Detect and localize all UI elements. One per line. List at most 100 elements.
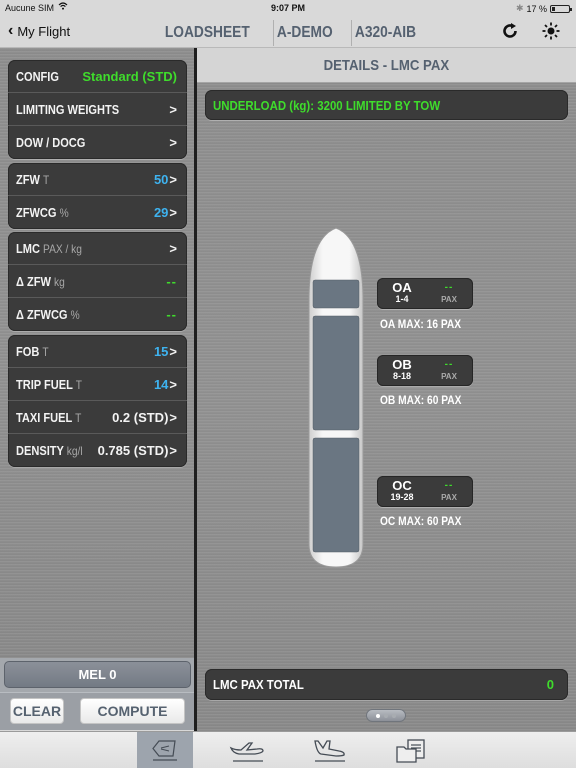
row-dow-docg[interactable]: DOW / DOCG > (8, 126, 187, 159)
row-unit: % (59, 206, 69, 220)
row-value: 50 (153, 171, 169, 187)
cabin-zone-oc (312, 437, 360, 553)
status-right: ✱ 17 % (516, 3, 572, 14)
row-label-text: TAXI FUEL (16, 409, 73, 425)
row-value-group: 29 > (154, 205, 177, 220)
row-value-group: 14 > (154, 377, 177, 392)
row-unit: kg/l (66, 444, 83, 458)
group-lmc: LMC PAX / kg > Δ ZFW kg -- Δ ZFWCG % -- (8, 232, 187, 331)
row-value-group: > (168, 241, 177, 256)
underload-bar: UNDERLOAD (kg): 3200 LIMITED BY TOW (205, 90, 568, 120)
group-zfw: ZFW T 50 > ZFWCG % 29 > (8, 163, 187, 229)
page-dot (384, 713, 388, 718)
tab-landing[interactable] (301, 732, 357, 768)
zone-pax-value: -- (444, 480, 454, 491)
zone-ob-max: OB MAX: 60 PAX (380, 393, 462, 407)
row-lmc[interactable]: LMC PAX / kg > (8, 232, 187, 265)
title-flight: A-DEMO (276, 24, 333, 41)
row-value: -- (166, 273, 177, 289)
row-unit: kg (54, 274, 65, 289)
details-title: DETAILS - LMC PAX (323, 56, 450, 74)
row-config[interactable]: CONFIG Standard (STD) (8, 60, 187, 93)
row-label: TRIP FUEL T (16, 377, 82, 392)
loadsheet-icon (152, 739, 177, 761)
total-label: LMC PAX TOTAL (213, 677, 304, 692)
chevron-right-icon: > (169, 240, 177, 256)
brightness-button[interactable] (541, 21, 561, 41)
fuselage-diagram (308, 227, 364, 568)
row-value: 29 (153, 205, 169, 220)
zone-pax-value: -- (444, 359, 454, 370)
details-panel: DETAILS - LMC PAX UNDERLOAD (kg): 3200 L… (197, 48, 576, 731)
row-value-group: Standard (STD) (82, 69, 177, 84)
row-unit: T (43, 172, 50, 187)
zone-oa-max: OA MAX: 16 PAX (380, 317, 462, 331)
row-trip-fuel[interactable]: TRIP FUEL T 14 > (8, 368, 187, 401)
chevron-right-icon: > (169, 205, 177, 220)
row-value-group: 0.2 (STD) > (112, 410, 177, 425)
row-value-group: > (168, 102, 177, 117)
action-area: CLEAR COMPUTE (0, 692, 194, 730)
brightness-icon (542, 22, 560, 40)
zone-rows: 8-18 (392, 371, 411, 381)
battery-percent: 17 % (526, 3, 547, 14)
zone-oc-max: OC MAX: 60 PAX (380, 514, 462, 528)
row-unit: T (75, 377, 83, 392)
row-value: 15 (153, 343, 169, 359)
nav-bar: ‹ My Flight LOADSHEET A-DEMO A320-AIB (0, 16, 576, 48)
row-taxi-fuel[interactable]: TAXI FUEL T 0.2 (STD) > (8, 401, 187, 434)
details-header: DETAILS - LMC PAX (197, 48, 576, 83)
clear-button[interactable]: CLEAR (10, 698, 64, 724)
row-label-text: Δ ZFWCG (16, 307, 68, 322)
takeoff-icon (229, 741, 264, 762)
zone-pax-unit: PAX (441, 372, 457, 381)
row-value: Standard (STD) (82, 68, 177, 84)
row-fob[interactable]: FOB T 15 > (8, 335, 187, 368)
mel-button[interactable]: MEL 0 (4, 661, 191, 688)
row-label-text: TRIP FUEL (16, 376, 73, 392)
cabin-zone-oa (312, 279, 360, 309)
row-label: Δ ZFWCG % (16, 307, 80, 322)
tab-takeoff[interactable] (219, 732, 275, 768)
row-density[interactable]: DENSITY kg/l 0.785 (STD) > (8, 434, 187, 467)
chevron-right-icon: > (169, 101, 177, 117)
chevron-right-icon: > (169, 443, 177, 458)
row-label: LMC PAX / kg (16, 241, 82, 256)
row-label: FOB T (16, 344, 49, 359)
row-label-text: Δ ZFW (16, 273, 51, 289)
row-value-group: -- (166, 274, 177, 289)
tab-loadsheet[interactable] (137, 732, 193, 768)
zone-oa-input[interactable]: OA 1-4 -- PAX (377, 278, 473, 309)
compute-button[interactable]: COMPUTE (80, 698, 185, 724)
row-label-text: CONFIG (16, 68, 59, 84)
row-zfwcg[interactable]: Δ ZFWCG % -- (8, 298, 187, 331)
row-label-text: DENSITY (16, 443, 64, 458)
row-label: ZFWCG % (16, 205, 69, 220)
zone-rows: 1-4 (395, 294, 409, 304)
underload-text: UNDERLOAD (kg): 3200 LIMITED BY TOW (213, 97, 441, 113)
row-label: ZFW T (16, 172, 49, 187)
row-value-group: 15 > (154, 344, 177, 359)
page-indicator[interactable] (366, 709, 406, 722)
refresh-button[interactable] (500, 21, 520, 41)
tab-documents[interactable] (383, 732, 439, 768)
row-zfw[interactable]: Δ ZFW kg -- (8, 265, 187, 298)
row-label-text: ZFW (16, 171, 40, 187)
row-label-text: FOB (16, 343, 40, 359)
zone-pax-unit: PAX (441, 295, 457, 304)
row-label: DOW / DOCG (16, 135, 85, 150)
chevron-left-icon: ‹ (8, 22, 14, 39)
row-limiting-weights[interactable]: LIMITING WEIGHTS > (8, 93, 187, 126)
row-label: LIMITING WEIGHTS (16, 102, 119, 117)
page-title: LOADSHEET A-DEMO A320-AIB (158, 20, 435, 46)
row-value-group: 50 > (154, 172, 177, 187)
row-zfwcg[interactable]: ZFWCG % 29 > (8, 196, 187, 229)
page-dot (376, 713, 380, 718)
row-zfw[interactable]: ZFW T 50 > (8, 163, 187, 196)
back-button[interactable]: ‹ My Flight (8, 23, 70, 39)
chevron-right-icon: > (169, 376, 177, 392)
zone-ob-input[interactable]: OB 8-18 -- PAX (377, 355, 473, 386)
zone-oc-input[interactable]: OC 19-28 -- PAX (377, 476, 473, 507)
title-loadsheet: LOADSHEET (164, 24, 250, 41)
row-label-text: LMC (16, 240, 40, 256)
